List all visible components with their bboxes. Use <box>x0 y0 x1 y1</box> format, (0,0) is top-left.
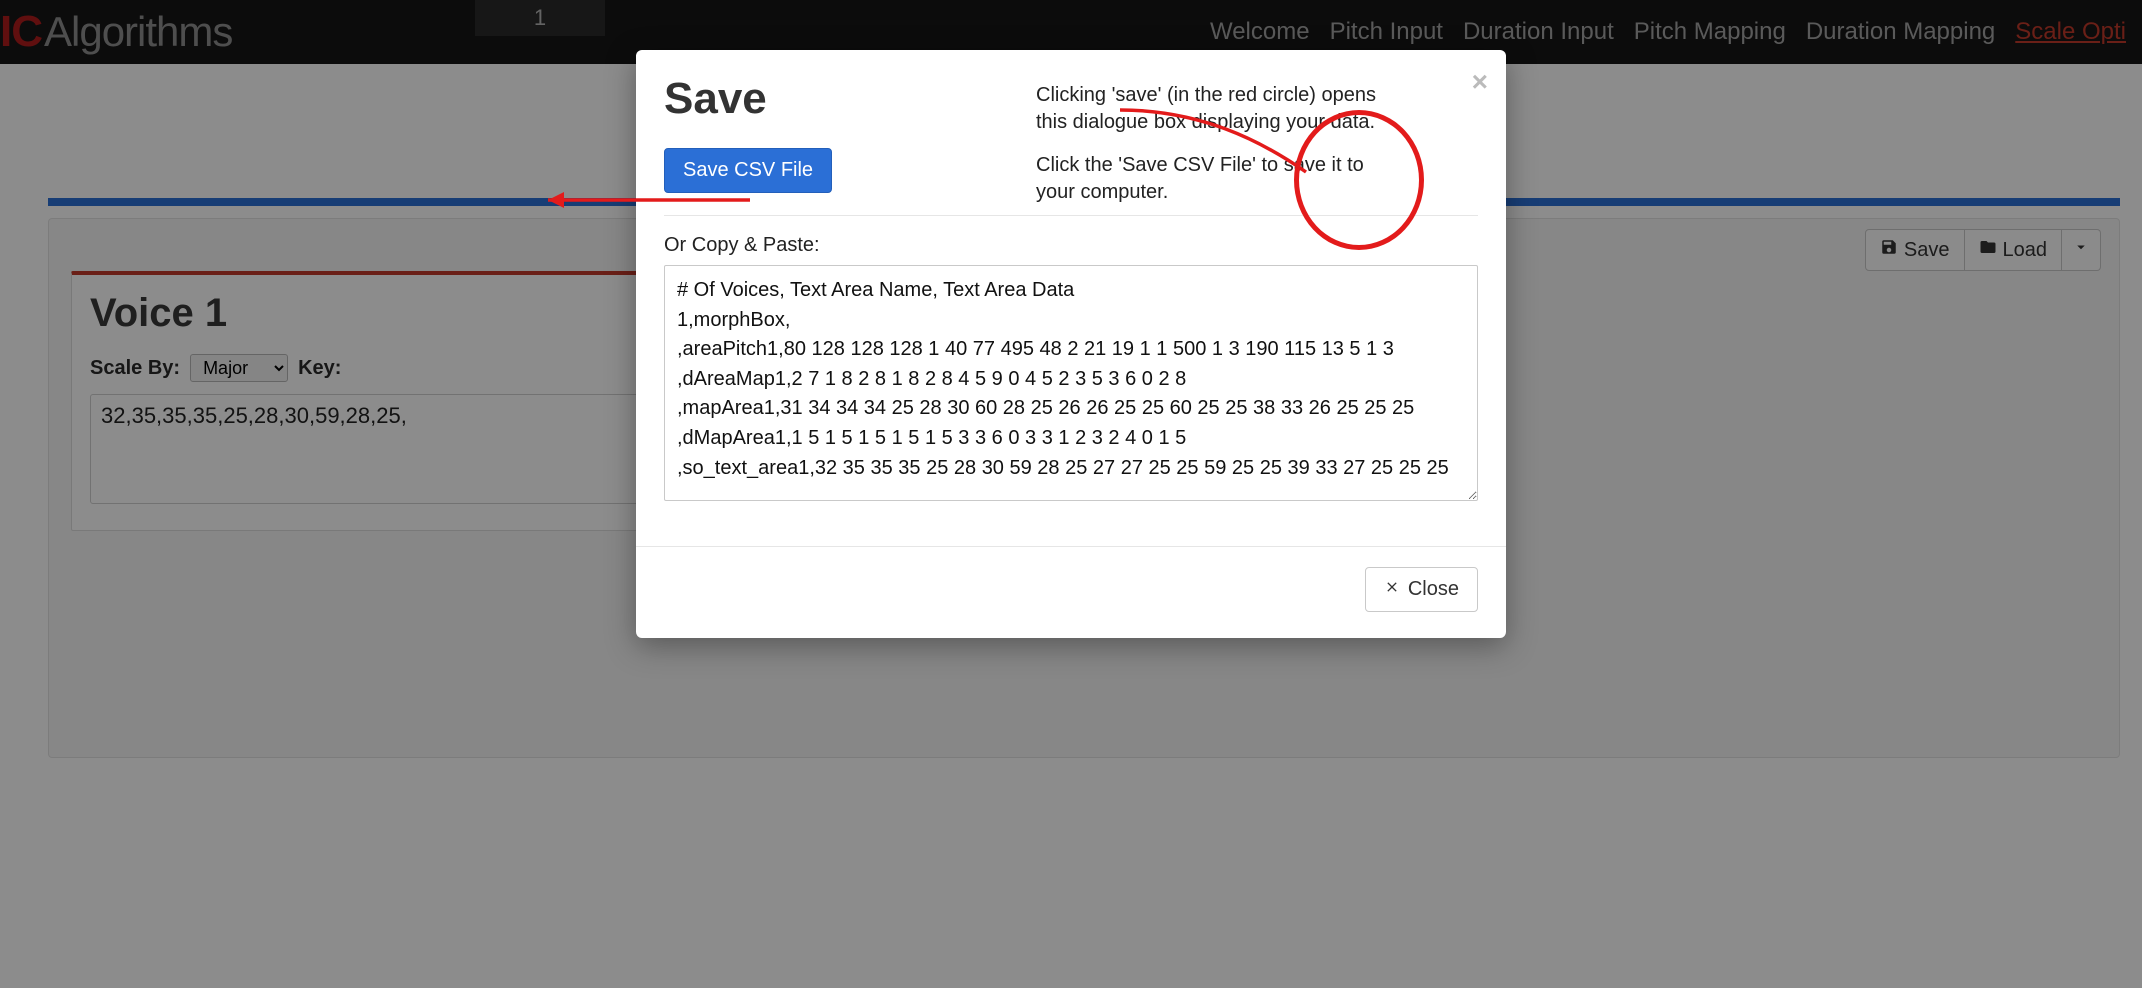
help-line-1: Clicking 'save' (in the red circle) open… <box>1036 82 1396 136</box>
close-icon: × <box>1472 66 1488 97</box>
modal-header: Save × Clicking 'save' (in the red circl… <box>636 50 1506 142</box>
modal-close-button[interactable]: Close <box>1365 567 1478 612</box>
modal-footer: Close <box>636 546 1506 638</box>
modal-help-text: Clicking 'save' (in the red circle) open… <box>1036 82 1396 222</box>
close-button-label: Close <box>1408 578 1459 601</box>
copy-paste-label: Or Copy & Paste: <box>664 234 1478 257</box>
modal-close-x[interactable]: × <box>1472 66 1488 98</box>
csv-data-textarea[interactable] <box>664 265 1478 501</box>
help-line-2: Click the 'Save CSV File' to save it to … <box>1036 152 1396 206</box>
close-x-icon <box>1384 578 1400 601</box>
save-modal: Save × Clicking 'save' (in the red circl… <box>636 50 1506 638</box>
save-csv-file-button[interactable]: Save CSV File <box>664 148 832 193</box>
